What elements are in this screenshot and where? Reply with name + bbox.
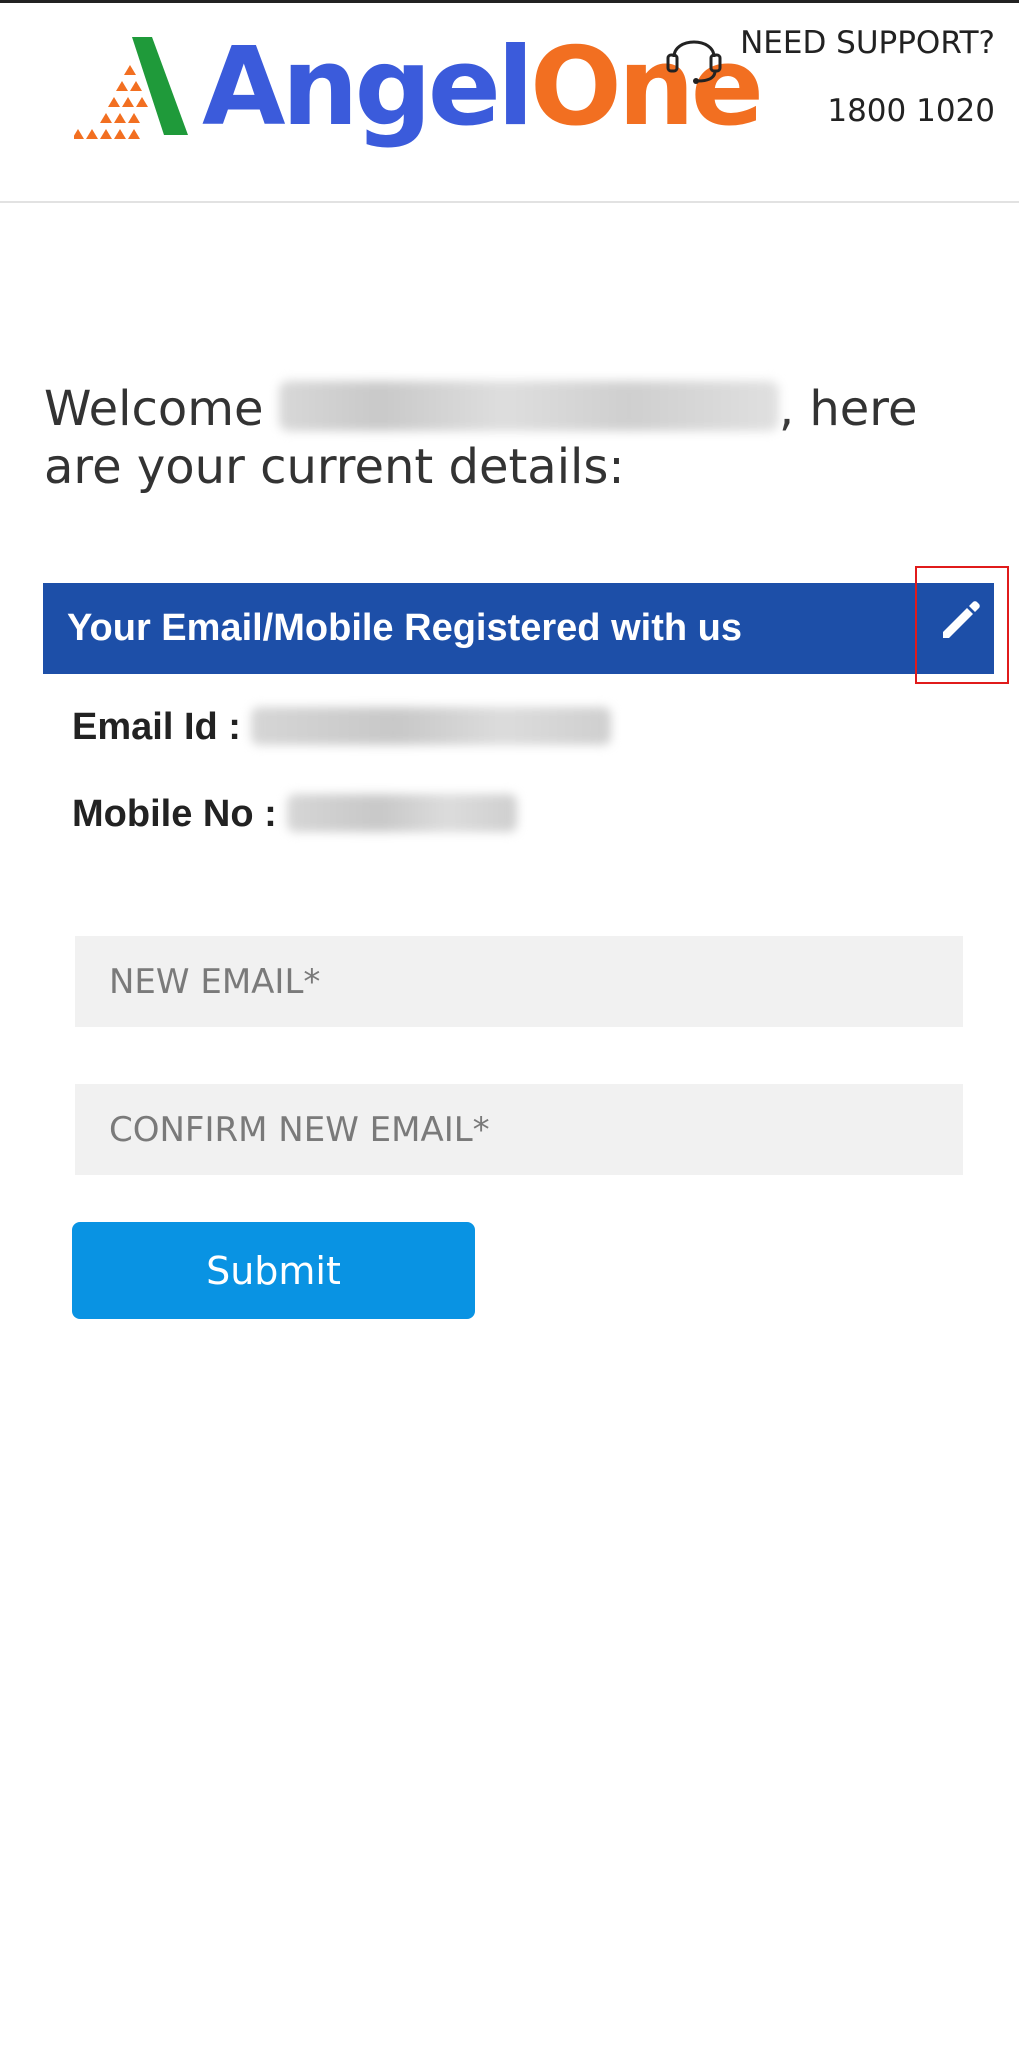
mobile-no-row: Mobile No : [72, 793, 517, 836]
need-support-label: NEED SUPPORT? [740, 25, 995, 61]
logo-mark-icon [74, 37, 188, 139]
redacted-user-name [278, 381, 779, 431]
change-email-page: AngelOne NEED SUPPORT? 1800 1020 Welcome… [0, 0, 1019, 2048]
new-email-input[interactable] [75, 936, 963, 1027]
redacted-email-value [250, 707, 611, 745]
pencil-icon [943, 601, 980, 638]
mobile-no-label: Mobile No : [72, 793, 277, 835]
logo-one-text: One [530, 25, 764, 150]
angelone-logo[interactable]: AngelOne [74, 25, 764, 161]
email-id-label: Email Id : [72, 706, 241, 748]
welcome-message: Welcome , here are your current details: [44, 380, 994, 496]
confirm-new-email-input[interactable] [75, 1084, 963, 1175]
email-id-row: Email Id : [72, 706, 611, 749]
logo-angel-text: Angel [202, 25, 534, 150]
edit-button[interactable] [915, 566, 1009, 684]
headset-icon [666, 40, 722, 84]
registered-details-title: Your Email/Mobile Registered with us [67, 607, 742, 649]
registered-details-banner: Your Email/Mobile Registered with us [43, 583, 994, 674]
header: AngelOne NEED SUPPORT? 1800 1020 [0, 3, 1019, 203]
support-phone-number[interactable]: 1800 1020 [827, 93, 995, 129]
welcome-prefix: Welcome [44, 381, 264, 437]
submit-button[interactable]: Submit [72, 1222, 475, 1319]
redacted-mobile-value [286, 794, 517, 832]
